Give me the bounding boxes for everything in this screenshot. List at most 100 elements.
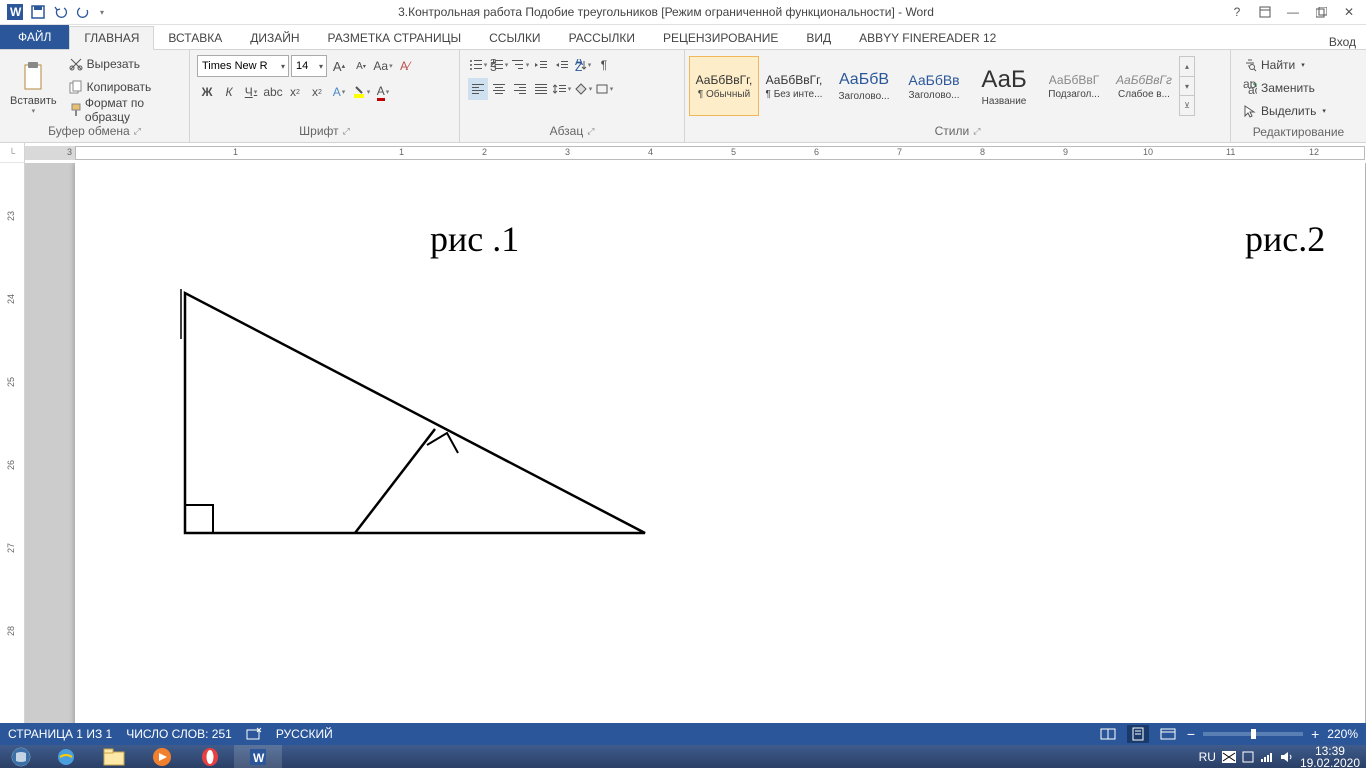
minimize-icon[interactable]: —: [1280, 2, 1306, 22]
grow-font-button[interactable]: A▴: [329, 55, 349, 77]
save-icon[interactable]: [27, 1, 49, 23]
increase-indent-button[interactable]: [552, 54, 572, 76]
zoom-level[interactable]: 220%: [1327, 727, 1358, 741]
text-effects-button[interactable]: A: [329, 81, 349, 103]
page[interactable]: рис .1 рис.2: [75, 163, 1365, 723]
tab-abbyy[interactable]: ABBYY FineReader 12: [845, 27, 1010, 49]
tab-file[interactable]: ФАЙЛ: [0, 25, 69, 49]
document-canvas[interactable]: рис .1 рис.2: [25, 163, 1366, 723]
taskbar-ie-icon[interactable]: [42, 745, 90, 768]
undo-icon[interactable]: [50, 1, 72, 23]
clear-format-button[interactable]: A⁄: [395, 55, 415, 77]
paste-button[interactable]: Вставить ▾: [4, 52, 63, 123]
tab-home[interactable]: ГЛАВНАЯ: [69, 26, 154, 50]
style-title[interactable]: АаБНазвание: [969, 56, 1039, 116]
maximize-icon[interactable]: [1308, 2, 1334, 22]
word-app-icon[interactable]: W: [4, 1, 26, 23]
tray-action-icon[interactable]: [1242, 751, 1254, 763]
font-name-combo[interactable]: Times New R: [197, 55, 289, 77]
vertical-ruler[interactable]: 23 24 25 26 27 28: [0, 163, 25, 723]
tab-review[interactable]: РЕЦЕНЗИРОВАНИЕ: [649, 27, 792, 49]
qat-dropdown-icon[interactable]: ▾: [96, 1, 108, 23]
style-nospacing[interactable]: АаБбВвГг,¶ Без инте...: [759, 56, 829, 116]
styles-launcher-icon[interactable]: ⤢: [973, 126, 980, 137]
tab-mailings[interactable]: РАССЫЛКИ: [555, 27, 649, 49]
tab-references[interactable]: ССЫЛКИ: [475, 27, 554, 49]
tab-layout[interactable]: РАЗМЕТКА СТРАНИЦЫ: [314, 27, 476, 49]
line-spacing-button[interactable]: [552, 78, 572, 100]
tab-design[interactable]: ДИЗАЙН: [236, 27, 313, 49]
style-normal[interactable]: АаБбВвГг,¶ Обычный: [689, 56, 759, 116]
borders-button[interactable]: [594, 78, 614, 100]
redo-icon[interactable]: [73, 1, 95, 23]
view-read-icon[interactable]: [1097, 725, 1119, 743]
shrink-font-button[interactable]: A▾: [351, 55, 371, 77]
zoom-out-button[interactable]: −: [1187, 726, 1195, 742]
justify-button[interactable]: [531, 78, 551, 100]
font-size-combo[interactable]: 14: [291, 55, 327, 77]
paragraph-launcher-icon[interactable]: ⤢: [587, 126, 594, 137]
align-right-button[interactable]: [510, 78, 530, 100]
strike-button[interactable]: abc: [263, 81, 283, 103]
style-subtle[interactable]: АаБбВвГгСлабое в...: [1109, 56, 1179, 116]
bullets-button[interactable]: [468, 54, 488, 76]
styles-down-icon[interactable]: ▾: [1180, 77, 1194, 97]
tray-flag-icon[interactable]: [1222, 751, 1236, 763]
taskbar-opera-icon[interactable]: [186, 745, 234, 768]
tab-insert[interactable]: ВСТАВКА: [154, 27, 236, 49]
bold-button[interactable]: Ж: [197, 81, 217, 103]
style-heading1[interactable]: АаБбВЗаголово...: [829, 56, 899, 116]
shading-button[interactable]: [573, 78, 593, 100]
styles-more-icon[interactable]: ⊻: [1180, 96, 1194, 115]
close-icon[interactable]: ✕: [1336, 2, 1362, 22]
ribbon-display-icon[interactable]: [1252, 2, 1278, 22]
show-marks-button[interactable]: ¶: [594, 54, 614, 76]
styles-up-icon[interactable]: ▴: [1180, 57, 1194, 77]
style-subtitle[interactable]: АаБбВвГПодзагол...: [1039, 56, 1109, 116]
replace-button[interactable]: abacЗаменить: [1239, 77, 1358, 99]
sort-button[interactable]: AZ: [573, 54, 593, 76]
superscript-button[interactable]: x2: [307, 81, 327, 103]
italic-button[interactable]: К: [219, 81, 239, 103]
tray-network-icon[interactable]: [1260, 751, 1274, 763]
font-launcher-icon[interactable]: ⤢: [343, 126, 350, 137]
change-case-button[interactable]: Aa: [373, 55, 393, 77]
font-color-button[interactable]: A: [373, 81, 393, 103]
taskbar-explorer-icon[interactable]: [90, 745, 138, 768]
align-left-button[interactable]: [468, 78, 488, 100]
taskbar-word-icon[interactable]: W: [234, 745, 282, 768]
status-proof-icon[interactable]: [246, 727, 262, 741]
styles-gallery[interactable]: АаБбВвГг,¶ Обычный АаБбВвГг,¶ Без инте..…: [689, 52, 1195, 120]
format-painter-button[interactable]: Формат по образцу: [65, 99, 183, 121]
zoom-in-button[interactable]: +: [1311, 726, 1319, 742]
zoom-slider[interactable]: [1203, 732, 1303, 736]
start-button[interactable]: [0, 745, 42, 768]
status-language[interactable]: РУССКИЙ: [276, 727, 333, 741]
cut-button[interactable]: Вырезать: [65, 53, 183, 75]
taskbar-media-icon[interactable]: [138, 745, 186, 768]
highlight-button[interactable]: [351, 81, 371, 103]
underline-button[interactable]: Ч: [241, 81, 261, 103]
tray-volume-icon[interactable]: [1280, 751, 1294, 763]
tray-date[interactable]: 19.02.2020: [1300, 757, 1360, 769]
copy-button[interactable]: Копировать: [65, 76, 183, 98]
style-heading2[interactable]: АаБбВвЗаголово...: [899, 56, 969, 116]
find-button[interactable]: Найти▾: [1239, 54, 1358, 76]
align-center-button[interactable]: [489, 78, 509, 100]
numbering-button[interactable]: 123: [489, 54, 509, 76]
tray-time[interactable]: 13:39: [1315, 745, 1345, 757]
status-words[interactable]: ЧИСЛО СЛОВ: 251: [126, 727, 232, 741]
view-web-icon[interactable]: [1157, 725, 1179, 743]
select-button[interactable]: Выделить▾: [1239, 100, 1358, 122]
status-page[interactable]: СТРАНИЦА 1 ИЗ 1: [8, 727, 112, 741]
decrease-indent-button[interactable]: [531, 54, 551, 76]
tray-lang[interactable]: RU: [1199, 750, 1216, 764]
multilevel-button[interactable]: [510, 54, 530, 76]
signin-link[interactable]: Вход: [1329, 35, 1366, 49]
help-icon[interactable]: ?: [1224, 2, 1250, 22]
subscript-button[interactable]: x2: [285, 81, 305, 103]
tab-view[interactable]: ВИД: [792, 27, 845, 49]
horizontal-ruler[interactable]: 3 1 1 2 3 4 5 6 7 8 9 10 11 12: [25, 143, 1366, 163]
view-print-icon[interactable]: [1127, 725, 1149, 743]
clipboard-launcher-icon[interactable]: ⤢: [134, 126, 141, 137]
